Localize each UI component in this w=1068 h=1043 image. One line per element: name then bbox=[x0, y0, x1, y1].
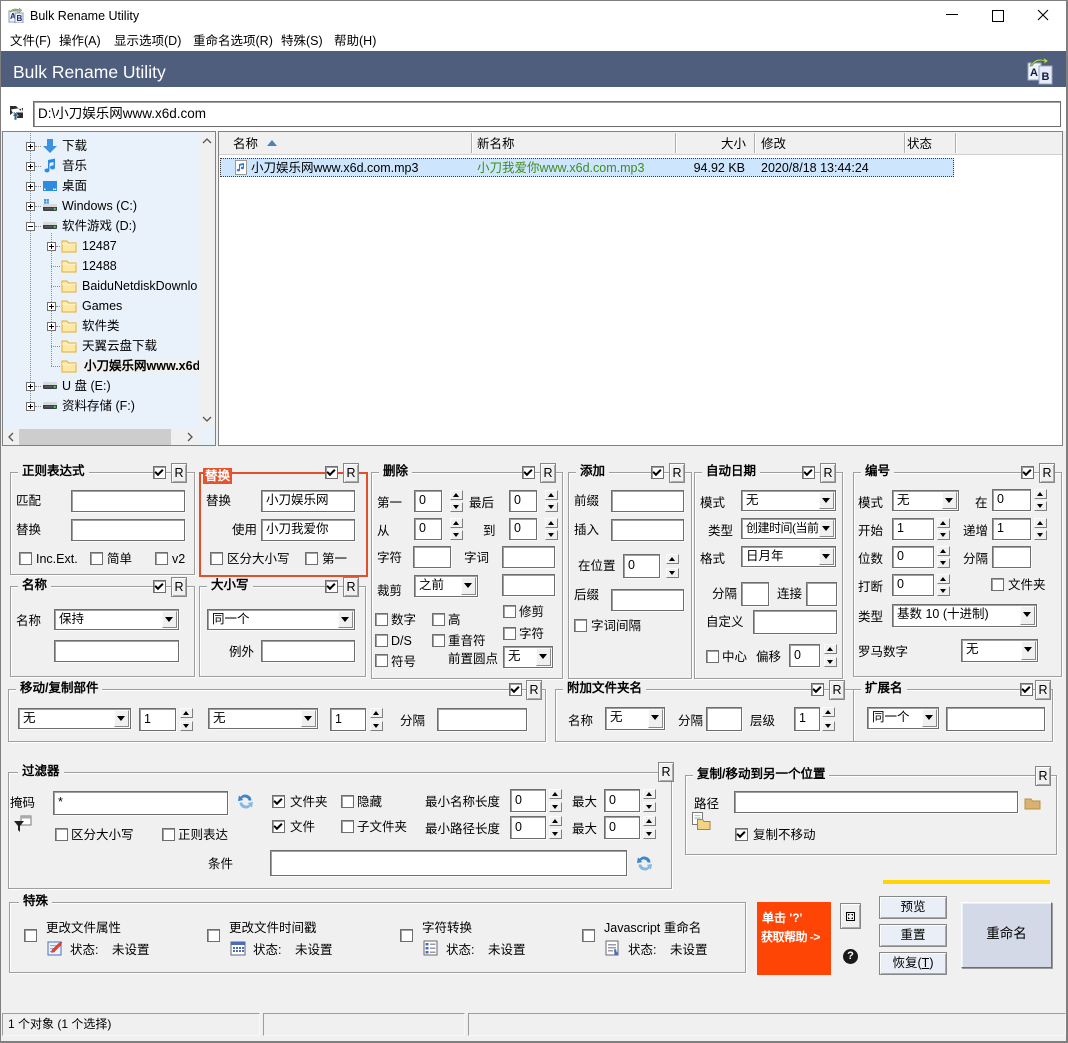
svg-text:A: A bbox=[1030, 67, 1038, 79]
svg-text:B: B bbox=[17, 14, 23, 23]
svg-text:B: B bbox=[1042, 71, 1050, 83]
